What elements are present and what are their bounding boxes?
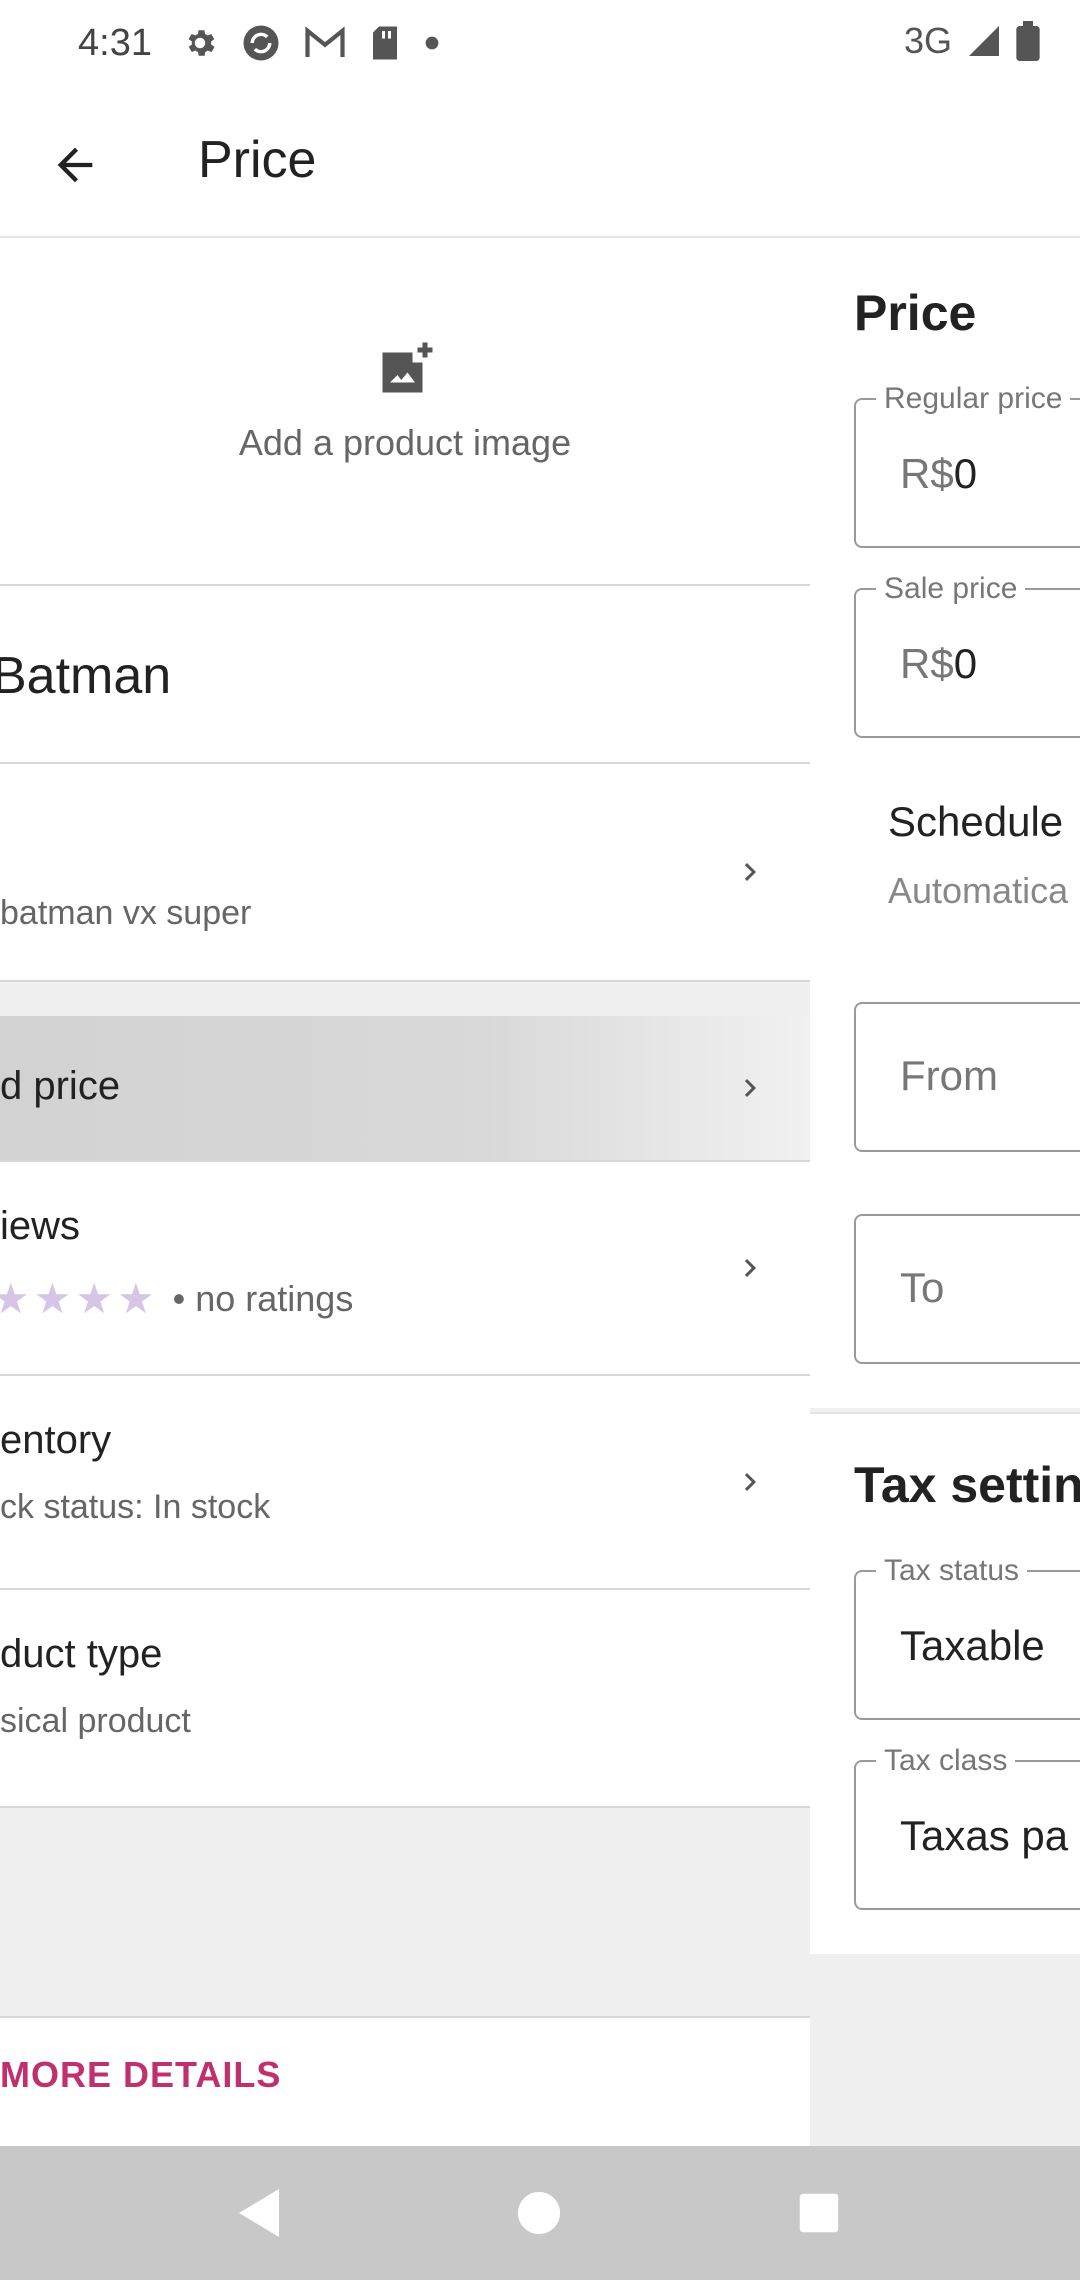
circle-home-icon bbox=[517, 2191, 561, 2235]
nav-home-button[interactable] bbox=[508, 2182, 570, 2244]
reviews-row[interactable]: iews ★ ★ ★ ★ • no ratings bbox=[0, 1162, 810, 1376]
from-date-field[interactable]: From bbox=[854, 1002, 1080, 1152]
app-bar: Price bbox=[0, 84, 1080, 238]
price-row[interactable]: d price bbox=[0, 1016, 810, 1162]
square-recents-icon bbox=[799, 2193, 839, 2233]
inventory-label: entory bbox=[0, 1418, 112, 1462]
tax-class-label: Tax class bbox=[876, 1744, 1016, 1778]
stock-status: ck status: In stock bbox=[0, 1488, 271, 1526]
product-description-card[interactable]: batman vx super bbox=[0, 764, 810, 982]
battery-icon bbox=[1016, 21, 1040, 61]
nav-recents-button[interactable] bbox=[788, 2182, 850, 2244]
price-section-title: Price bbox=[854, 285, 977, 341]
system-nav-bar bbox=[0, 2146, 1080, 2280]
chevron-right-icon bbox=[730, 1462, 770, 1502]
schedule-sale-title[interactable]: Schedule bbox=[888, 798, 1063, 846]
sale-price-label: Sale price bbox=[876, 572, 1026, 606]
product-detail-panel: Add a product image Batman batman vx sup… bbox=[0, 238, 810, 2146]
star-icon: ★ bbox=[116, 1275, 155, 1322]
page-title: Price bbox=[198, 131, 317, 189]
product-type-label: duct type bbox=[0, 1632, 163, 1676]
nav-back-button[interactable] bbox=[228, 2182, 290, 2244]
to-date-field[interactable]: To bbox=[854, 1214, 1080, 1364]
sd-card-icon bbox=[373, 26, 397, 60]
price-row-label: d price bbox=[0, 1064, 121, 1108]
tax-class-value: Taxas pa bbox=[900, 1812, 1069, 1859]
regular-price-amount: 0 bbox=[953, 450, 978, 497]
inventory-row[interactable]: entory ck status: In stock bbox=[0, 1376, 810, 1590]
sale-price-field[interactable]: Sale price R$0 bbox=[854, 572, 1080, 738]
tax-section-title: Tax settin bbox=[854, 1457, 1080, 1513]
chevron-right-icon bbox=[730, 852, 770, 892]
gmail-icon bbox=[305, 26, 345, 57]
settings-icon bbox=[188, 30, 215, 56]
tax-settings-section: Tax settin Tax status Taxable Tax class … bbox=[810, 1412, 1080, 1954]
status-right: 3G bbox=[904, 20, 1040, 62]
from-placeholder: From bbox=[900, 1052, 998, 1099]
add-photo-icon bbox=[382, 342, 433, 393]
signal-icon bbox=[969, 26, 999, 56]
tax-status-value: Taxable bbox=[900, 1622, 1045, 1669]
more-details-button[interactable]: MORE DETAILS bbox=[0, 2054, 281, 2096]
status-bar: 4:31 3G bbox=[0, 0, 1080, 84]
triangle-back-icon bbox=[239, 2189, 279, 2237]
star-icon: ★ bbox=[33, 1275, 72, 1322]
regular-price-field[interactable]: Regular price R$0 bbox=[854, 382, 1080, 548]
reviews-label: iews bbox=[0, 1204, 81, 1248]
dot-icon bbox=[425, 36, 439, 50]
product-type-value: sical product bbox=[0, 1702, 191, 1740]
star-icon: ★ bbox=[75, 1275, 113, 1322]
status-time: 4:31 bbox=[78, 22, 152, 64]
product-title: Batman bbox=[0, 647, 172, 705]
tax-class-field[interactable]: Tax class Taxas pa bbox=[854, 1744, 1080, 1910]
schedule-sale-subtitle: Automatica bbox=[888, 870, 1069, 911]
reviews-rating: ★ ★ ★ ★ • no ratings bbox=[0, 1274, 353, 1323]
price-section: Price Regular price R$0 Sale price R$0 S… bbox=[810, 238, 1080, 1408]
sync-icon bbox=[243, 25, 279, 61]
product-title-card[interactable]: Batman bbox=[0, 586, 810, 764]
add-image-button[interactable]: Add a product image bbox=[0, 340, 810, 464]
to-placeholder: To bbox=[900, 1264, 945, 1311]
tax-status-field[interactable]: Tax status Taxable bbox=[854, 1554, 1080, 1720]
network-type: 3G bbox=[903, 20, 952, 61]
arrow-back-icon bbox=[57, 147, 93, 183]
currency-prefix: R$ bbox=[900, 450, 954, 497]
status-icons bbox=[182, 22, 440, 64]
ratings-count: • no ratings bbox=[172, 1277, 354, 1319]
tax-status-label: Tax status bbox=[876, 1554, 1028, 1588]
regular-price-value: R$0 bbox=[900, 450, 977, 498]
star-icon: ★ bbox=[0, 1275, 30, 1322]
more-details-card: MORE DETAILS bbox=[0, 2016, 810, 2146]
sale-price-amount: 0 bbox=[953, 640, 978, 687]
product-image-card[interactable]: Add a product image bbox=[0, 238, 810, 586]
price-settings-panel: Price Regular price R$0 Sale price R$0 S… bbox=[810, 238, 1080, 2146]
add-image-label: Add a product image bbox=[238, 422, 572, 463]
chevron-right-icon bbox=[730, 1248, 770, 1288]
chevron-right-icon bbox=[730, 1068, 770, 1108]
sale-price-value: R$0 bbox=[900, 640, 977, 688]
product-type-row[interactable]: duct type sical product bbox=[0, 1590, 810, 1808]
regular-price-label: Regular price bbox=[876, 382, 1071, 416]
currency-prefix: R$ bbox=[900, 640, 954, 687]
back-button[interactable] bbox=[40, 130, 110, 200]
product-description: batman vx super bbox=[0, 894, 252, 932]
